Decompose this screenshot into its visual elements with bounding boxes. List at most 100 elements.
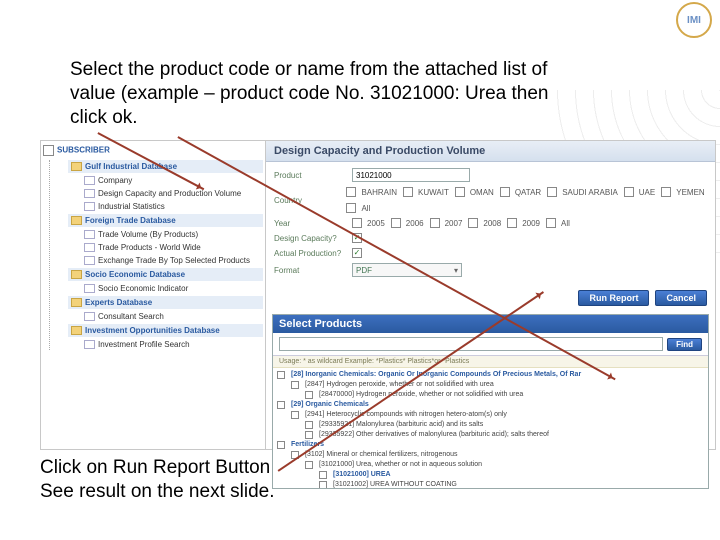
product-tree-label: [31021000] UREA [333,471,391,478]
country-option: BAHRAIN [361,188,397,197]
actual-production-checkbox[interactable] [352,248,362,258]
product-tree-label: [28] Inorganic Chemicals: Organic Or Ino… [291,371,581,378]
year-checkbox-group: 2005 2006 2007 2008 2009 All [352,218,570,228]
tree-item-label: Socio Economic Indicator [98,284,188,293]
product-input[interactable] [352,168,470,182]
checkbox[interactable] [624,187,634,197]
product-tree-label: [29] Organic Chemicals [291,401,369,408]
year-option: All [561,219,570,228]
country-option: UAE [639,188,655,197]
cancel-button[interactable]: Cancel [655,290,707,306]
run-report-button[interactable]: Run Report [578,290,649,306]
product-tree-node[interactable]: [28] Inorganic Chemicals: Organic Or Ino… [277,370,704,380]
checkbox[interactable] [468,218,478,228]
brand-logo: IMI [676,2,712,38]
country-option: All [361,204,370,213]
tree-group-experts[interactable]: Experts Database [68,296,263,309]
format-value: PDF [356,266,372,275]
checkbox[interactable] [430,218,440,228]
tree-group-label: Foreign Trade Database [85,216,176,225]
doc-icon [84,202,95,211]
checkbox[interactable] [391,218,401,228]
folder-icon [71,326,82,335]
doc-icon [84,189,95,198]
year-option: 2008 [483,219,501,228]
checkbox[interactable] [507,218,517,228]
country-option: YEMEN [676,188,704,197]
checkbox[interactable] [291,381,299,389]
doc-icon [84,284,95,293]
country-checkbox-group: BAHRAIN KUWAIT OMAN QATAR SAUDI ARABIA U… [346,187,707,213]
checkbox[interactable] [352,218,362,228]
tree-item-trade-products[interactable]: Trade Products - World Wide [82,242,263,253]
page-title: Design Capacity and Production Volume [266,141,715,162]
checkbox[interactable] [546,218,556,228]
select-products-popup: Select Products Find Usage: * as wildcar… [272,314,709,489]
checkbox[interactable] [305,431,313,439]
tree-item-label: Design Capacity and Production Volume [98,189,241,198]
product-tree-label: [29335922] Other derivatives of malonylu… [319,431,549,438]
country-option: OMAN [470,188,494,197]
actual-production-label: Actual Production? [274,249,352,258]
checkbox[interactable] [305,391,313,399]
popup-title: Select Products [273,315,708,333]
tree-item-exchange-trade[interactable]: Exchange Trade By Top Selected Products [82,255,263,266]
product-tree-node[interactable]: [31021002] UREA WITHOUT COATING [277,480,704,488]
doc-icon [84,243,95,252]
button-bar: Run Report Cancel [266,286,715,310]
product-tree-node[interactable]: [31021000] Urea, whether or not in aqueo… [277,460,704,470]
product-tree-node[interactable]: [2847] Hydrogen peroxide, whether or not… [277,380,704,390]
checkbox[interactable] [277,441,285,449]
tree-group-socio[interactable]: Socio Economic Database [68,268,263,281]
doc-icon [84,312,95,321]
sidebar-tree: SUBSCRIBER Gulf Industrial Database Comp… [41,141,266,449]
checkbox[interactable] [319,481,327,488]
doc-icon [84,176,95,185]
checkbox[interactable] [305,421,313,429]
checkbox[interactable] [455,187,465,197]
tree-item-trade-volume[interactable]: Trade Volume (By Products) [82,229,263,240]
product-tree-node[interactable]: [31021000] UREA [277,470,704,480]
checkbox[interactable] [403,187,413,197]
product-tree-node[interactable]: Fertilizers [277,440,704,450]
checkbox[interactable] [277,401,285,409]
find-button[interactable]: Find [667,338,702,351]
checkbox[interactable] [346,187,356,197]
country-option: KUWAIT [418,188,449,197]
format-label: Format [274,266,352,275]
tree-item-company[interactable]: Company [82,175,263,186]
tree-item-consultant[interactable]: Consultant Search [82,311,263,322]
doc-icon [84,256,95,265]
checkbox[interactable] [305,461,313,469]
checkbox[interactable] [661,187,671,197]
tree-group-foreign-trade[interactable]: Foreign Trade Database [68,214,263,227]
country-option: QATAR [515,188,541,197]
product-tree-label: [2941] Heterocyclic compounds with nitro… [305,411,507,418]
product-tree-label: [31021000] Urea, whether or not in aqueo… [319,461,482,468]
tree-group-investment[interactable]: Investment Opportunities Database [68,324,263,337]
product-tree-node[interactable]: [29] Organic Chemicals [277,400,704,410]
usage-hint: Usage: * as wildcard Example: *Plastics*… [273,356,708,368]
tree-group-label: Investment Opportunities Database [85,326,220,335]
tree-root[interactable]: SUBSCRIBER [43,145,263,156]
checkbox[interactable] [319,471,327,479]
instruction-top: Select the product code or name from the… [70,58,575,129]
product-tree-node[interactable]: [3102] Mineral or chemical fertilizers, … [277,450,704,460]
product-tree-node[interactable]: [2941] Heterocyclic compounds with nitro… [277,410,704,420]
design-capacity-label: Design Capacity? [274,234,352,243]
folder-icon [71,216,82,225]
doc-icon [84,230,95,239]
product-tree-node[interactable]: [28470000] Hydrogen peroxide, whether or… [277,390,704,400]
product-tree-node[interactable]: [29335922] Other derivatives of malonylu… [277,430,704,440]
checkbox[interactable] [500,187,510,197]
checkbox[interactable] [547,187,557,197]
tree-item-socio-indicator[interactable]: Socio Economic Indicator [82,283,263,294]
checkbox[interactable] [277,371,285,379]
tree-group-label: Experts Database [85,298,152,307]
tree-item-label: Company [98,176,132,185]
tree-item-industrial-stats[interactable]: Industrial Statistics [82,201,263,212]
checkbox[interactable] [346,203,356,213]
checkbox[interactable] [291,411,299,419]
tree-item-design-capacity[interactable]: Design Capacity and Production Volume [82,188,263,199]
tree-item-investment-profile[interactable]: Investment Profile Search [82,339,263,350]
